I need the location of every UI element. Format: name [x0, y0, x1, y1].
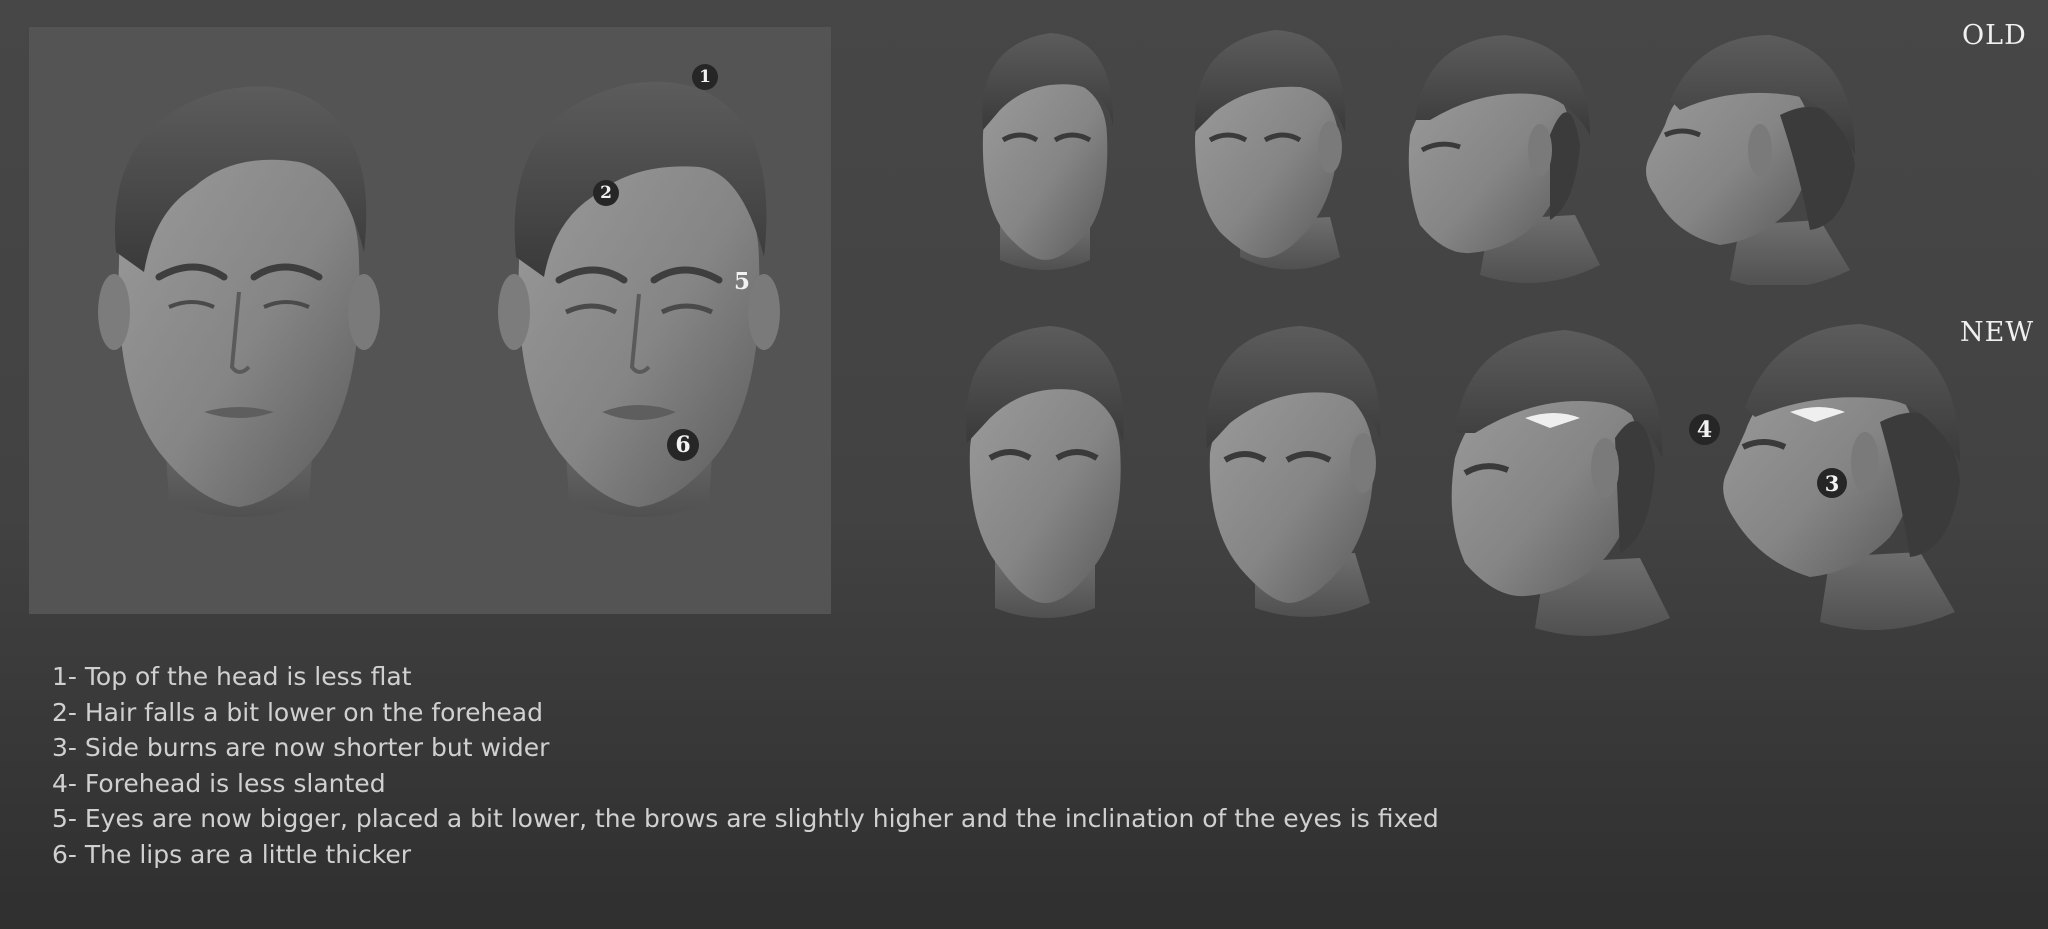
marker-1: 1 [692, 64, 718, 90]
marker-6: 6 [667, 429, 699, 461]
marker-5: 5 [733, 267, 750, 295]
new-front-head-render [498, 81, 780, 517]
old-head-front [982, 33, 1114, 270]
new-row-label: NEW [1960, 317, 2035, 348]
note-3: 3- Side burns are now shorter but wider [52, 733, 550, 763]
old-front-head-render [98, 86, 380, 517]
new-head-side-angled [1451, 330, 1670, 636]
comparison-panel: 1 2 5 6 [29, 27, 831, 614]
marker-3: 3 [1817, 468, 1847, 498]
marker-2: 2 [593, 180, 619, 206]
change-notes-list: 1- Top of the head is less flat 2- Hair … [52, 659, 1439, 873]
old-head-three-quarter [1194, 30, 1346, 270]
old-head-side-angled [1408, 35, 1600, 283]
note-1: 1- Top of the head is less flat [52, 662, 412, 691]
new-head-three-quarter [1206, 326, 1381, 617]
old-row-label: OLD [1962, 20, 2027, 51]
marker-4: 4 [1689, 414, 1720, 445]
note-2: 2- Hair falls a bit lower on the forehea… [52, 697, 543, 727]
note-6: 6- The lips are a little thicker [52, 839, 412, 869]
note-4: 4- Forehead is less slanted [52, 768, 386, 798]
new-head-front [966, 326, 1124, 618]
old-head-profile [1646, 35, 1855, 285]
note-5: 5- Eyes are now bigger, placed a bit low… [52, 804, 1439, 834]
